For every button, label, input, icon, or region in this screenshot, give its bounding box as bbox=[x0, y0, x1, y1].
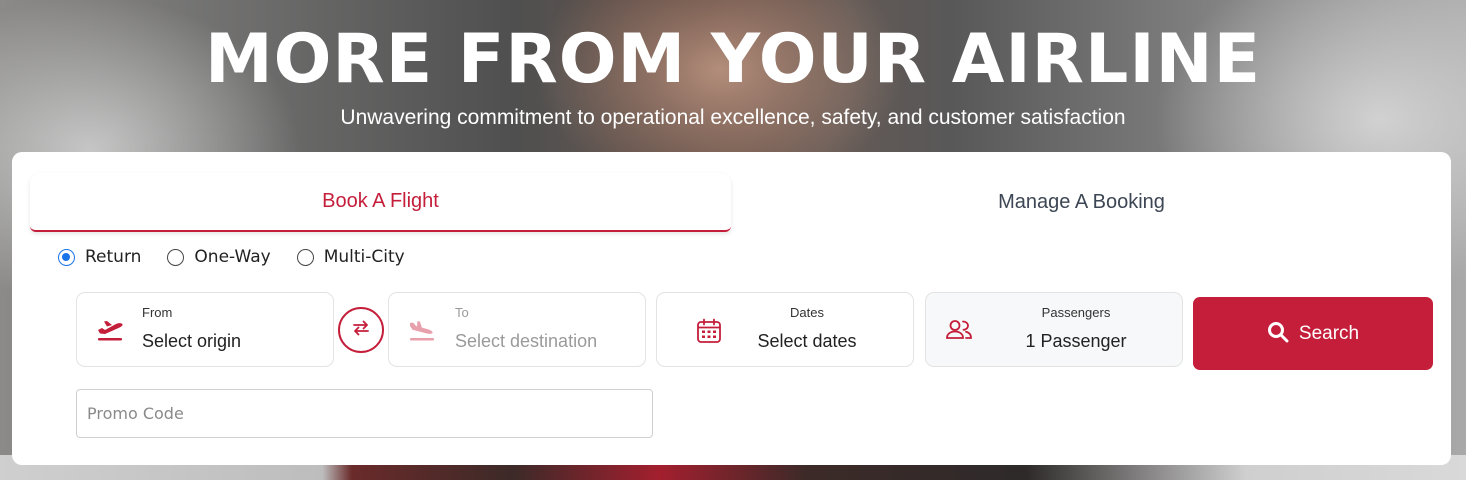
trip-type-label: Multi-City bbox=[323, 247, 405, 267]
radio-multi-city[interactable] bbox=[296, 248, 314, 266]
origin-value: Select origin bbox=[142, 331, 242, 351]
booking-tabs: Book A Flight Manage A Booking bbox=[30, 173, 1433, 232]
hero-subtitle: Unwavering commitment to operational exc… bbox=[340, 106, 1126, 129]
passengers-label: Passengers bbox=[1041, 305, 1111, 320]
radio-return[interactable] bbox=[58, 248, 75, 266]
hero-title: MORE FROM YOUR AIRLINE bbox=[204, 20, 1262, 99]
origin-field[interactable]: From Select origin bbox=[76, 292, 334, 367]
radio-one-way[interactable] bbox=[167, 248, 185, 266]
destination-label: To bbox=[455, 305, 469, 320]
trip-type-group: Return One-Way Multi-City bbox=[58, 245, 431, 269]
search-button-label: Search bbox=[1298, 322, 1360, 344]
origin-label: From bbox=[142, 305, 173, 320]
swap-arrows-icon bbox=[351, 318, 371, 343]
destination-field[interactable]: To Select destination bbox=[388, 292, 646, 367]
trip-type-return[interactable]: Return bbox=[58, 247, 141, 267]
passengers-field[interactable]: Passengers 1 Passenger bbox=[925, 292, 1183, 367]
promo-code-input[interactable] bbox=[76, 389, 653, 438]
swap-button[interactable] bbox=[338, 307, 384, 353]
search-button[interactable]: Search bbox=[1193, 297, 1433, 370]
plane-arrival-icon bbox=[407, 317, 437, 343]
search-icon bbox=[1267, 321, 1289, 346]
trip-type-multi-city[interactable]: Multi-City bbox=[296, 247, 405, 267]
booking-card: Book A Flight Manage A Booking Return On… bbox=[12, 152, 1451, 465]
destination-value: Select destination bbox=[455, 331, 598, 351]
tab-manage-a-booking[interactable]: Manage A Booking bbox=[731, 173, 1432, 232]
passengers-value: 1 Passenger bbox=[1025, 331, 1127, 351]
dates-label: Dates bbox=[790, 305, 824, 320]
plane-departure-icon bbox=[95, 317, 125, 343]
dates-field[interactable]: Dates Select dates bbox=[656, 292, 914, 367]
trip-type-label: One-Way bbox=[194, 247, 271, 267]
trip-type-label: Return bbox=[85, 247, 142, 267]
tab-book-a-flight[interactable]: Book A Flight bbox=[30, 173, 731, 232]
trip-type-one-way[interactable]: One-Way bbox=[167, 247, 271, 267]
dates-value: Select dates bbox=[757, 331, 857, 351]
